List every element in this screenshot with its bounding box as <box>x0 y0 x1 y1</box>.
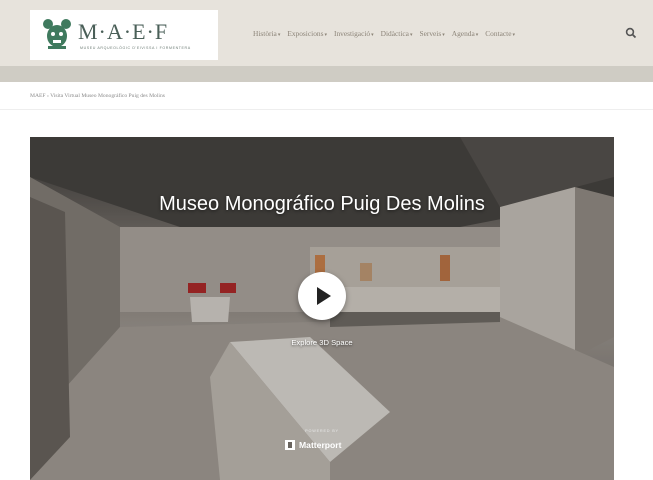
logo-wordmark: M·A·E·F <box>78 19 169 44</box>
tour-title: Museo Monográfico Puig Des Molins <box>159 193 485 215</box>
play-icon <box>317 287 331 305</box>
nav-item-serveis[interactable]: Serveis▾ <box>419 29 444 38</box>
nav-item-didactica[interactable]: Didàctica▾ <box>381 29 413 38</box>
matterport-label: Matterport <box>299 440 342 450</box>
nav-item-contacte[interactable]: Contacte▾ <box>485 29 515 38</box>
site-logo[interactable]: M·A·E·F MUSEU ARQUEOLÒGIC D'EIVISSA I FO… <box>30 10 218 60</box>
nav-item-historia[interactable]: Història▾ <box>253 29 280 38</box>
logo-tagline: MUSEU ARQUEOLÒGIC D'EIVISSA I FORMENTERA <box>80 46 191 50</box>
powered-by-label: POWERED BY <box>305 429 339 433</box>
nav-item-agenda[interactable]: Agenda▾ <box>452 29 479 38</box>
search-icon[interactable] <box>625 27 637 39</box>
explore-label[interactable]: Explore 3D Space <box>30 338 614 347</box>
nav-item-investigacio[interactable]: Investigació▾ <box>334 29 374 38</box>
nav-item-exposicions[interactable]: Exposicions▾ <box>287 29 327 38</box>
breadcrumb: MAEF › Visita Virtual Museo Monográfico … <box>30 93 165 99</box>
play-button[interactable] <box>298 272 346 320</box>
matterport-logo-icon <box>285 440 295 450</box>
header-subbar <box>0 66 653 82</box>
matterport-viewer[interactable]: Museo Monográfico Puig Des Molins Explor… <box>30 137 614 480</box>
matterport-link[interactable]: Matterport <box>285 440 342 450</box>
logo-emblem-icon <box>43 19 71 49</box>
main-nav: Història▾ Exposicions▾ Investigació▾ Did… <box>253 29 515 38</box>
site-header: M·A·E·F MUSEU ARQUEOLÒGIC D'EIVISSA I FO… <box>0 0 653 66</box>
divider <box>0 109 653 110</box>
